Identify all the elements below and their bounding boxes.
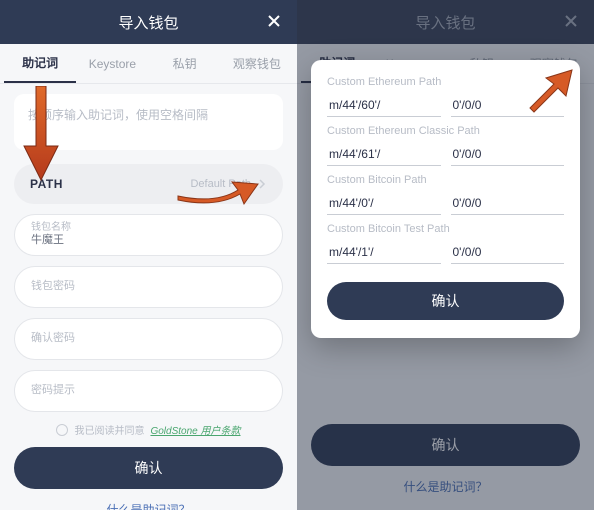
header-bar: 导入钱包 (0, 0, 297, 44)
close-button-dim[interactable] (558, 8, 584, 34)
path-default: Default Path (190, 178, 267, 190)
close-button[interactable] (261, 8, 287, 34)
path-prefix-input[interactable]: m/44'/61'/ (327, 141, 441, 166)
path-group-row: m/44'/0'/ 0'/0/0 (327, 190, 564, 215)
header-title: 导入钱包 (118, 12, 178, 33)
path-group-label: Custom Bitcoin Test Path (327, 223, 564, 235)
wallet-name-field[interactable]: 钱包名称 牛魔王 (14, 214, 283, 256)
confirm-button[interactable]: 确认 (14, 447, 283, 489)
mnemonic-placeholder: 按顺序输入助记词，使用空格间隔 (28, 108, 208, 122)
path-prefix-input[interactable]: m/44'/60'/ (327, 92, 441, 117)
confirm-password-field[interactable]: 确认密码 (14, 318, 283, 360)
mnemonic-input[interactable]: 按顺序输入助记词，使用空格间隔 (14, 94, 283, 150)
path-suffix-input[interactable]: 0'/0/0 (451, 190, 565, 215)
close-icon (563, 13, 579, 29)
path-suffix-input[interactable]: 0'/0/0 (451, 239, 565, 264)
path-default-text: Default Path (190, 178, 251, 190)
path-row[interactable]: PATH Default Path (14, 164, 283, 204)
help-link-dim: 什么是助记词？ (311, 478, 580, 495)
terms-link[interactable]: GoldStone 用户条款 (150, 422, 240, 437)
right-screen: 导入钱包 助记词 Keystore 私钥 观察钱包 确认 什么是助记词？ Cus… (297, 0, 594, 510)
tab-bar: 助记词 Keystore 私钥 观察钱包 (0, 44, 297, 84)
tab-keystore[interactable]: Keystore (76, 47, 148, 81)
left-screen: 导入钱包 助记词 Keystore 私钥 观察钱包 按顺序输入助记词，使用空格间… (0, 0, 297, 510)
path-prefix-input[interactable]: m/44'/1'/ (327, 239, 441, 264)
password-hint-field[interactable]: 密码提示 (14, 370, 283, 412)
wallet-name-value: 牛魔王 (31, 234, 266, 247)
path-suffix-input[interactable]: 0'/0/0 (451, 141, 565, 166)
close-icon (266, 13, 282, 29)
modal-confirm-button[interactable]: 确认 (327, 282, 564, 320)
path-modal: Custom Ethereum Path m/44'/60'/ 0'/0/0 C… (311, 60, 580, 338)
path-suffix-input[interactable]: 0'/0/0 (451, 92, 565, 117)
confirm-password-label: 确认密码 (31, 332, 266, 345)
path-label: PATH (30, 177, 63, 191)
chevron-right-icon (257, 179, 267, 189)
wallet-password-field[interactable]: 钱包密码 (14, 266, 283, 308)
terms-checkbox[interactable] (56, 424, 68, 436)
terms-row: 我已阅读并同意 GoldStone 用户条款 (14, 422, 283, 437)
path-group-row: m/44'/1'/ 0'/0/0 (327, 239, 564, 264)
path-group-label: Custom Ethereum Path (327, 76, 564, 88)
terms-text: 我已阅读并同意 (74, 422, 144, 437)
wallet-name-label: 钱包名称 (31, 222, 266, 234)
help-link[interactable]: 什么是助记词？ (14, 501, 283, 510)
path-prefix-input[interactable]: m/44'/0'/ (327, 190, 441, 215)
wallet-password-label: 钱包密码 (31, 280, 266, 293)
path-group-row: m/44'/60'/ 0'/0/0 (327, 92, 564, 117)
path-group-label: Custom Ethereum Classic Path (327, 125, 564, 137)
form-content: 按顺序输入助记词，使用空格间隔 PATH Default Path 钱包名称 牛… (0, 84, 297, 510)
tab-privatekey[interactable]: 私钥 (149, 45, 221, 82)
path-group-label: Custom Bitcoin Path (327, 174, 564, 186)
header-bar-dim: 导入钱包 (297, 0, 594, 44)
tab-watch[interactable]: 观察钱包 (221, 45, 293, 82)
confirm-button-dim: 确认 (311, 424, 580, 466)
path-group-row: m/44'/61'/ 0'/0/0 (327, 141, 564, 166)
header-title-dim: 导入钱包 (415, 12, 475, 33)
tab-mnemonic[interactable]: 助记词 (4, 44, 76, 83)
password-hint-label: 密码提示 (31, 384, 266, 397)
